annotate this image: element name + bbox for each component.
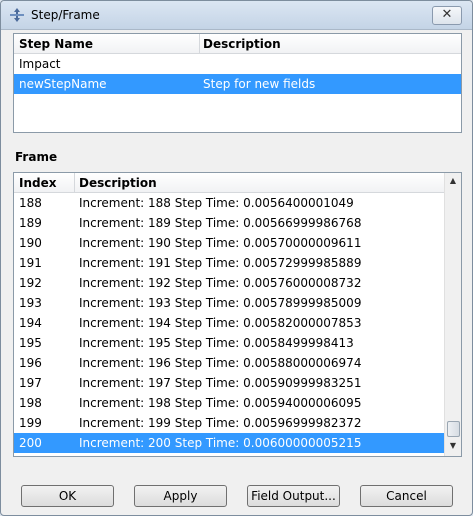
frame-row[interactable]: 190 Increment: 190 Step Time: 0.005700000… [14, 233, 444, 253]
column-header-index[interactable]: Index [19, 176, 56, 190]
frame-description-cell: Increment: 192 Step Time: 0.005760000087… [79, 276, 362, 290]
ok-button[interactable]: OK [21, 485, 114, 507]
frame-index-cell: 190 [19, 236, 42, 250]
frame-index-cell: 194 [19, 316, 42, 330]
frame-description-cell: Increment: 198 Step Time: 0.005940000060… [79, 396, 362, 410]
frame-index-cell: 191 [19, 256, 42, 270]
frame-description-cell: Increment: 188 Step Time: 0.005640000104… [79, 196, 354, 210]
step-list-header: Step Name Description [14, 34, 461, 54]
frame-row[interactable]: 200 Increment: 200 Step Time: 0.006000000… [14, 433, 444, 453]
frame-row[interactable]: 196 Increment: 196 Step Time: 0.005880000… [14, 353, 444, 373]
frame-scrollbar[interactable]: ▲ ▼ [444, 173, 461, 456]
frame-row[interactable]: 192 Increment: 192 Step Time: 0.005760000… [14, 273, 444, 293]
scroll-thumb[interactable] [447, 421, 460, 437]
frame-row[interactable]: 193 Increment: 193 Step Time: 0.005789999… [14, 293, 444, 313]
title-bar: Step/Frame ✕ [1, 1, 472, 30]
frame-label: Frame [15, 150, 58, 164]
frame-list: Index Description 188 Increment: 188 Step… [13, 172, 462, 457]
frame-row[interactable]: 195 Increment: 195 Step Time: 0.005849999… [14, 333, 444, 353]
step-list: Step Name Description Impact newStepName S… [13, 33, 462, 133]
frame-description-cell: Increment: 189 Step Time: 0.005669999867… [79, 216, 362, 230]
frame-row[interactable]: 188 Increment: 188 Step Time: 0.005640000… [14, 193, 444, 213]
frame-index-cell: 198 [19, 396, 42, 410]
frame-row[interactable]: 198 Increment: 198 Step Time: 0.005940000… [14, 393, 444, 413]
step-frame-dialog: Step/Frame ✕ Step Name Description Impac… [0, 0, 473, 516]
frame-index-cell: 188 [19, 196, 42, 210]
frame-description-cell: Increment: 190 Step Time: 0.005700000096… [79, 236, 362, 250]
frame-description-cell: Increment: 197 Step Time: 0.005909999832… [79, 376, 362, 390]
frame-row[interactable]: 194 Increment: 194 Step Time: 0.005820000… [14, 313, 444, 333]
frame-index-cell: 200 [19, 436, 42, 450]
frame-description-cell: Increment: 193 Step Time: 0.005789999850… [79, 296, 362, 310]
frame-row[interactable]: 189 Increment: 189 Step Time: 0.005669999… [14, 213, 444, 233]
frame-description-cell: Increment: 196 Step Time: 0.005880000069… [79, 356, 362, 370]
frame-row[interactable]: 199 Increment: 199 Step Time: 0.005969999… [14, 413, 444, 433]
frame-index-cell: 199 [19, 416, 42, 430]
frame-description-cell: Increment: 191 Step Time: 0.005729999858… [79, 256, 362, 270]
frame-index-cell: 193 [19, 296, 42, 310]
close-button[interactable]: ✕ [432, 6, 462, 25]
apply-button[interactable]: Apply [134, 485, 227, 507]
frame-index-cell: 189 [19, 216, 42, 230]
arrow-up-icon[interactable]: ▲ [445, 173, 461, 189]
step-name-cell: newStepName [19, 77, 107, 91]
step-row[interactable]: Impact [14, 54, 461, 74]
cancel-button[interactable]: Cancel [360, 485, 453, 507]
column-header-description[interactable]: Description [203, 37, 281, 51]
frame-description-cell: Increment: 195 Step Time: 0.005849999841… [79, 336, 354, 350]
step-description-cell: Step for new fields [203, 77, 316, 91]
frame-index-cell: 192 [19, 276, 42, 290]
frame-list-header: Index Description [14, 173, 444, 193]
step-row[interactable]: newStepName Step for new fields [14, 74, 461, 94]
field-output-button[interactable]: Field Output... [247, 485, 340, 507]
frame-index-cell: 197 [19, 376, 42, 390]
frame-index-cell: 196 [19, 356, 42, 370]
frame-description-cell: Increment: 194 Step Time: 0.005820000078… [79, 316, 362, 330]
frame-row[interactable]: 191 Increment: 191 Step Time: 0.005729999… [14, 253, 444, 273]
column-header-description[interactable]: Description [79, 176, 157, 190]
window-title: Step/Frame [31, 8, 100, 22]
step-frame-icon [10, 8, 24, 22]
frame-row[interactable]: 197 Increment: 197 Step Time: 0.005909999… [14, 373, 444, 393]
frame-description-cell: Increment: 199 Step Time: 0.005969999823… [79, 416, 362, 430]
column-header-step-name[interactable]: Step Name [19, 37, 93, 51]
step-name-cell: Impact [19, 57, 61, 71]
arrow-down-icon[interactable]: ▼ [445, 438, 461, 454]
frame-description-cell: Increment: 200 Step Time: 0.006000000052… [79, 436, 362, 450]
frame-index-cell: 195 [19, 336, 42, 350]
